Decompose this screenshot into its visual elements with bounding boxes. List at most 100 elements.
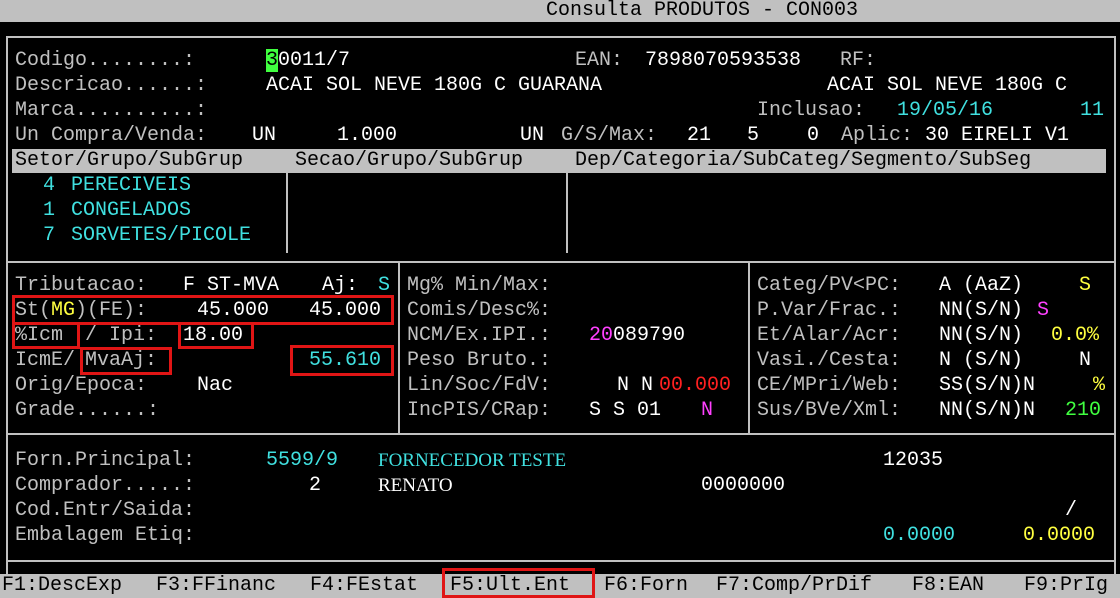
frame-right: [1114, 36, 1116, 574]
ce-pct: %: [1093, 374, 1106, 397]
cat-divider-2: [566, 173, 568, 253]
category-num: 1: [43, 199, 56, 222]
highlight-icm: [12, 322, 80, 349]
tributacao-label: Tributacao:: [15, 274, 148, 297]
descricao-short: ACAI SOL NEVE 180G C: [827, 74, 1068, 97]
category-name: SORVETES/PICOLE: [71, 224, 252, 247]
inclusao-date: 19/05/16: [897, 99, 994, 122]
cod-slash: /: [1065, 499, 1078, 522]
inclusao-label: Inclusao:: [757, 99, 866, 122]
aplic-value: 30 EIRELI V1: [925, 124, 1070, 147]
emb-value-2: 0.0000: [1023, 524, 1096, 547]
highlight-mva-value: [290, 345, 394, 376]
title-bar: Consulta PRODUTOS - CON003: [0, 0, 1120, 22]
categ-flag: S: [1079, 274, 1092, 297]
categ-value: A (AaZ): [939, 274, 1024, 297]
f3-key[interactable]: F3:FFinanc: [156, 575, 276, 597]
text-cursor: 3: [266, 49, 279, 72]
ncm-prefix: 20: [589, 324, 614, 347]
ncm-value: 20089790: [589, 325, 685, 347]
highlight-st: [12, 295, 394, 325]
f7-key[interactable]: F7:Comp/PrDif: [716, 575, 872, 597]
ean-label: EAN:: [575, 49, 624, 72]
tax-frame-bottom: [6, 433, 1116, 435]
codigo-label: Codigo........:: [15, 49, 196, 72]
emb-label: Embalagem Etiq:: [15, 524, 196, 547]
et-label: Et/Alar/Acr:: [757, 324, 902, 347]
f6-key[interactable]: F6:Forn: [604, 575, 688, 597]
comp-label: Comprador.....:: [15, 474, 196, 497]
f9-key[interactable]: F9:PrIg: [1024, 575, 1108, 597]
col-header-dep: Dep/Categoria/SubCateg/Segmento/SubSeg: [575, 149, 1032, 172]
inc-flag: N: [701, 399, 714, 422]
category-num: 4: [43, 174, 56, 197]
tax-divider-2: [748, 261, 750, 435]
codigo-value: 0011/7: [278, 49, 351, 72]
forn-name: FORNECEDOR TESTE: [378, 450, 567, 471]
inclusao-num: 11: [1080, 99, 1105, 122]
col-header-setor: Setor/Grupo/SubGrup: [15, 149, 244, 172]
vasi-label: Vasi./Cesta:: [757, 349, 902, 372]
forn-code: 5599/9: [266, 449, 339, 472]
ce-value: SS(S/N)N: [939, 374, 1036, 397]
pvar-flag: S: [1037, 299, 1050, 322]
comis-label: Comis/Desc%:: [407, 299, 552, 322]
gsmax-values: 21 5 0: [687, 124, 820, 147]
forn-label: Forn.Principal:: [15, 449, 196, 472]
lin-red-value: 00.000: [659, 374, 732, 397]
col-header-secao: Secao/Grupo/SubGrup: [295, 149, 524, 172]
sus-num: 210: [1065, 399, 1102, 422]
ean-value: 7898070593538: [645, 49, 802, 72]
inc-label: IncPIS/CRap:: [407, 399, 552, 422]
forn-num: 12035: [883, 449, 944, 472]
descricao-label: Descricao......:: [15, 74, 208, 97]
frame-top: [6, 36, 1116, 38]
aj-value: S: [378, 274, 391, 297]
highlight-icm-value: [178, 322, 254, 349]
et-pct: 0.0%: [1051, 324, 1100, 347]
window-title: Consulta PRODUTOS - CON003: [546, 0, 859, 22]
aj-label: Aj:: [322, 274, 359, 297]
peso-label: Peso Bruto.:: [407, 349, 552, 372]
vasi-flag: N: [1079, 349, 1092, 372]
ncm-rest: 089790: [613, 324, 686, 347]
lin-label: Lin/Soc/FdV:: [407, 374, 552, 397]
ncm-label: NCM/Ex.IPI.:: [407, 324, 552, 347]
descricao-value: ACAI SOL NEVE 180G C GUARANA: [266, 74, 603, 97]
vasi-value: N (S/N): [939, 349, 1024, 372]
highlight-f5: [442, 568, 595, 598]
grade-label: Grade......:: [15, 399, 160, 422]
ce-label: CE/MPri/Web:: [757, 374, 902, 397]
rf-label: RF:: [840, 49, 877, 72]
cod-label: Cod.Entr/Saida:: [15, 499, 196, 522]
mg-label: Mg% Min/Max:: [407, 274, 552, 297]
frame-bottom: [6, 560, 1116, 562]
pvar-label: P.Var/Frac.:: [757, 299, 902, 322]
highlight-mvaaj: [80, 347, 172, 375]
cat-divider-1: [286, 173, 288, 253]
comp-num: 0000000: [701, 474, 786, 497]
icme-label: IcmE/: [15, 349, 76, 372]
et-value: NN(S/N): [939, 324, 1024, 347]
aplic-label: Aplic:: [841, 124, 914, 147]
categ-label: Categ/PV<PC:: [757, 274, 902, 297]
comp-code: 2: [309, 474, 322, 497]
f1-key[interactable]: F1:DescExp: [2, 575, 122, 597]
codigo-field[interactable]: 30011/7: [266, 49, 351, 72]
category-num: 7: [43, 224, 56, 247]
sus-label: Sus/BVe/Xml:: [757, 399, 902, 422]
f4-key[interactable]: F4:FEstat: [310, 575, 418, 597]
tributacao-value: F ST-MVA: [183, 274, 280, 297]
lin-value: N N: [617, 374, 654, 397]
tax-divider-1: [398, 261, 400, 435]
qtd-value: 1.000: [337, 124, 398, 147]
sus-value: NN(S/N)N: [939, 399, 1036, 422]
tax-frame-top: [6, 261, 1116, 263]
un-compra: UN: [252, 124, 277, 147]
comp-name: RENATO: [378, 475, 453, 496]
f8-key[interactable]: F8:EAN: [912, 575, 984, 597]
gsmax-label: G/S/Max:: [561, 124, 658, 147]
emb-value-1: 0.0000: [883, 524, 956, 547]
orig-value: Nac: [197, 374, 234, 397]
un-venda: UN: [520, 124, 545, 147]
